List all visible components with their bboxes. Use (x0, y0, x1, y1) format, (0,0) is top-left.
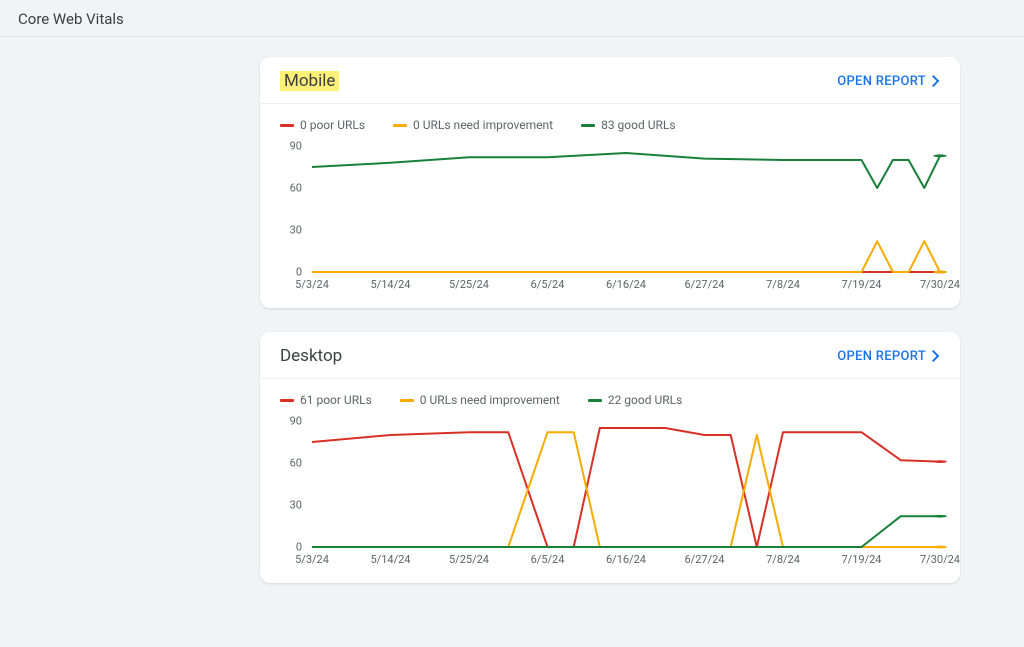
legend-swatch (588, 399, 602, 402)
x-tick-label: 5/3/24 (295, 553, 329, 566)
x-tick-label: 5/14/24 (371, 553, 411, 566)
legend-label: 83 good URLs (601, 118, 675, 132)
x-tick-label: 7/19/24 (842, 553, 882, 566)
legend-swatch (581, 124, 595, 127)
legend-item: 0 poor URLs (280, 118, 365, 132)
page-title: Core Web Vitals (0, 0, 1024, 37)
legend-label: 0 URLs need improvement (413, 118, 553, 132)
chevron-right-icon (932, 75, 940, 87)
legend-swatch (280, 399, 294, 402)
open-report-label: OPEN REPORT (837, 349, 926, 364)
chevron-right-icon (932, 350, 940, 362)
legend-item: 83 good URLs (581, 118, 675, 132)
legend-swatch (393, 124, 407, 127)
legend-label: 61 poor URLs (300, 393, 372, 407)
legend-label: 22 good URLs (608, 393, 682, 407)
x-tick-label: 5/14/24 (371, 278, 411, 291)
card-title: Desktop (280, 346, 342, 366)
open-report-button[interactable]: OPEN REPORT (837, 349, 940, 364)
legend-label: 0 poor URLs (300, 118, 365, 132)
y-tick-label: 0 (296, 266, 302, 279)
cards-container: Mobile OPEN REPORT 0 poor URLs 0 URLs need … (0, 37, 1024, 627)
legend: 0 poor URLs 0 URLs need improvement 83 goo… (260, 104, 960, 138)
legend-label: 0 URLs need improvement (420, 393, 560, 407)
y-tick-label: 30 (290, 499, 302, 512)
x-tick-label: 7/30/24 (920, 278, 960, 291)
open-report-label: OPEN REPORT (837, 74, 926, 89)
x-tick-label: 7/19/24 (842, 278, 882, 291)
x-tick-label: 5/3/24 (295, 278, 329, 291)
x-tick-label: 7/8/24 (766, 553, 800, 566)
y-tick-label: 60 (290, 182, 302, 195)
x-tick-label: 5/25/24 (449, 553, 489, 566)
chart: 0 30 60 90 5/3/24 5/14/24 5/25/24 6/5/24 6/16/24… (260, 413, 960, 573)
y-tick-label: 90 (290, 140, 302, 153)
x-tick-label: 6/5/24 (531, 278, 565, 291)
x-tick-label: 7/8/24 (766, 278, 800, 291)
x-tick-label: 6/27/24 (685, 553, 725, 566)
chart: 0 30 60 90 5/3/24 5/14/24 5/25/24 6/5/24 6/16/24… (260, 138, 960, 298)
y-tick-label: 90 (290, 415, 302, 428)
x-tick-label: 5/25/24 (449, 278, 489, 291)
y-tick-label: 30 (290, 224, 302, 237)
y-tick-label: 0 (296, 541, 302, 554)
legend-item: 22 good URLs (588, 393, 682, 407)
x-tick-label: 7/30/24 (920, 553, 960, 566)
legend-item: 0 URLs need improvement (400, 393, 560, 407)
open-report-button[interactable]: OPEN REPORT (837, 74, 940, 89)
legend-swatch (400, 399, 414, 402)
legend-swatch (280, 124, 294, 127)
x-tick-label: 6/5/24 (531, 553, 565, 566)
card-mobile: Mobile OPEN REPORT 0 poor URLs 0 URLs need … (260, 57, 960, 308)
legend: 61 poor URLs 0 URLs need improvement 22 go… (260, 379, 960, 413)
x-tick-label: 6/16/24 (606, 278, 646, 291)
card-desktop: Desktop OPEN REPORT 61 poor URLs 0 URLs nee… (260, 332, 960, 583)
card-header: Desktop OPEN REPORT (260, 332, 960, 379)
y-tick-label: 60 (290, 457, 302, 470)
legend-item: 0 URLs need improvement (393, 118, 553, 132)
x-tick-label: 6/27/24 (685, 278, 725, 291)
legend-item: 61 poor URLs (280, 393, 372, 407)
card-title: Mobile (280, 71, 339, 91)
card-header: Mobile OPEN REPORT (260, 57, 960, 104)
x-tick-label: 6/16/24 (606, 553, 646, 566)
